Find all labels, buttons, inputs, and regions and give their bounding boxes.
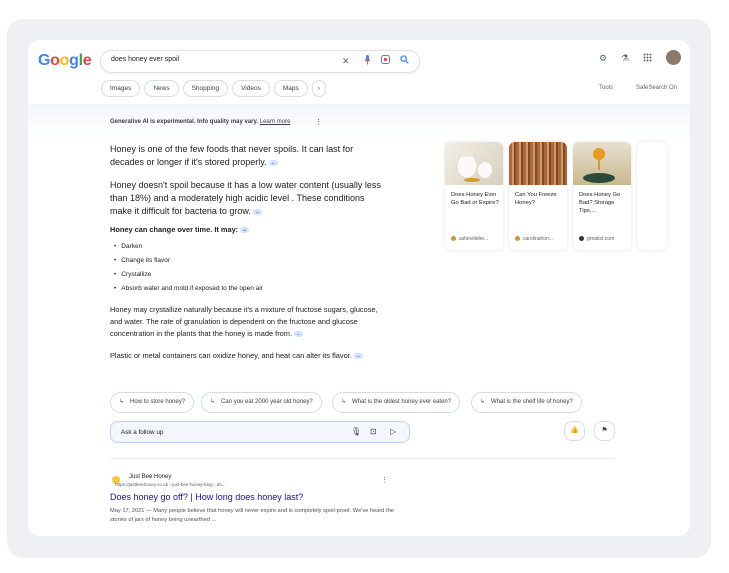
apps-grid-icon[interactable] (643, 53, 652, 64)
avatar[interactable] (666, 50, 681, 65)
source-card-title: Does Honey Ever Go Bad or Expire? (451, 192, 499, 206)
source-card-title: Can You Freeze Honey? (515, 192, 557, 206)
source-card-image (573, 142, 631, 185)
source-card-site: ashevillebe... (451, 236, 488, 242)
ai-paragraph-4-text: Plastic or metal containers can oxidize … (110, 351, 352, 360)
site-favicon-icon (579, 236, 584, 242)
ai-notice: Generative AI is experimental. Info qual… (110, 119, 290, 125)
result-title-link[interactable]: Does honey go off? | How long does honey… (110, 492, 303, 502)
expand-source-icon[interactable]: ⌄ (252, 208, 262, 215)
site-favicon-icon (451, 236, 456, 242)
list-item: Darken (114, 243, 142, 250)
site-favicon-icon (515, 236, 520, 242)
result-url[interactable]: https://justbeehoney.co.uk › just-bee-ho… (115, 482, 226, 487)
ai-paragraph-3-text: Honey may crystallize naturally because … (110, 305, 378, 338)
follow-up-chip[interactable]: ↳ Can you eat 2000 year old honey? (201, 392, 322, 413)
result-snippet: May 17, 2021 — Many people believe that … (110, 508, 394, 523)
settings-gear-icon[interactable]: ⚙ (599, 53, 607, 64)
chip-maps[interactable]: Maps (273, 80, 308, 97)
expand-source-icon[interactable]: ⌄ (294, 331, 303, 338)
logo-letter: e (82, 52, 92, 69)
ai-paragraph-2-text: Honey doesn't spoil because it has a low… (110, 180, 381, 216)
more-options-icon[interactable]: ⋮ (315, 118, 322, 126)
tools-link[interactable]: Tools (599, 85, 613, 91)
microphone-icon[interactable]: 🎙 (351, 427, 361, 436)
logo-letter: o (59, 52, 70, 69)
follow-up-arrow-icon: ↳ (341, 399, 347, 405)
chip-shopping[interactable]: Shopping (182, 80, 229, 97)
thumbs-up-button[interactable]: 👍 (564, 421, 585, 441)
ai-paragraph-2: Honey doesn't spoil because it has a low… (110, 179, 385, 218)
source-card-4-partial[interactable] (637, 142, 667, 250)
follow-up-chip[interactable]: ↳ What is the shelf life of honey? (471, 392, 582, 413)
follow-up-chip-label: What is the oldest honey ever eaten? (352, 399, 452, 405)
list-item: Change its flavor (114, 257, 170, 264)
source-card-site-name: ashevillebe... (459, 236, 489, 242)
source-card-site: greatist.com (579, 236, 614, 242)
follow-up-chip-label: How to store honey? (130, 399, 186, 405)
learn-more-link[interactable]: Learn more (260, 119, 291, 125)
source-card-1[interactable]: Does Honey Ever Go Bad or Expire? ashevi… (445, 142, 503, 250)
follow-up-chip[interactable]: ↳ How to store honey? (110, 392, 195, 413)
source-card-site: carolinahon... (515, 236, 553, 242)
logo-letter: g (69, 52, 79, 69)
search-results-page: Google does honey ever spoil ✕ ⚙ ⚗ Image… (28, 40, 690, 536)
ai-paragraph-4: Plastic or metal containers can oxidize … (110, 350, 365, 362)
chip-images[interactable]: Images (101, 80, 141, 97)
ask-placeholder: Ask a follow up (121, 429, 164, 436)
ai-paragraph-3: Honey may crystallize naturally because … (110, 304, 385, 340)
google-logo[interactable]: Google (38, 52, 92, 70)
ai-paragraph-1-text: Honey is one of the few foods that never… (110, 144, 354, 167)
follow-up-chip-label: Can you eat 2000 year old honey? (221, 399, 313, 405)
expand-source-icon[interactable]: ⌄ (353, 353, 363, 360)
result-site-name[interactable]: Just Bee Honey (129, 474, 171, 480)
search-icon[interactable] (400, 55, 409, 68)
lens-icon[interactable] (381, 55, 390, 68)
lens-icon[interactable]: ⊡ (370, 427, 377, 436)
chip-videos[interactable]: Videos (232, 80, 270, 97)
expand-source-icon[interactable]: ⌄ (240, 227, 250, 234)
search-input[interactable]: does honey ever spoil (111, 56, 179, 63)
source-card-site-name: carolinahon... (523, 236, 554, 242)
source-card-2[interactable]: Can You Freeze Honey? carolinahon... (509, 142, 567, 250)
filter-chips: Images News Shopping Videos Maps › (101, 80, 326, 97)
source-card-title: Does Honey Go Bad? Storage Tips,... (579, 192, 621, 214)
list-item: Crystallize (114, 271, 151, 278)
divider (110, 458, 615, 459)
follow-up-chip[interactable]: ↳ What is the oldest honey ever eaten? (332, 392, 461, 413)
source-card-3[interactable]: Does Honey Go Bad? Storage Tips,... grea… (573, 142, 631, 250)
source-card-site-name: greatist.com (587, 236, 615, 242)
safesearch-link[interactable]: SafeSearch On (636, 85, 677, 91)
logo-letter: G (38, 52, 51, 69)
change-heading: Honey can change over time. It may: ⌄ (110, 224, 385, 236)
follow-up-chip-label: What is the shelf life of honey? (491, 399, 573, 405)
search-box[interactable]: does honey ever spoil ✕ (100, 50, 420, 73)
logo-letter: o (50, 52, 60, 69)
microphone-icon[interactable] (364, 55, 371, 69)
labs-flask-icon[interactable]: ⚗ (621, 53, 629, 64)
chips-next-icon[interactable]: › (311, 80, 326, 97)
result-more-icon[interactable]: ⋮ (381, 476, 388, 484)
clear-icon[interactable]: ✕ (342, 55, 350, 68)
source-card-image (445, 142, 503, 185)
follow-up-arrow-icon: ↳ (119, 399, 125, 405)
ask-follow-up-input[interactable]: Ask a follow up 🎙 ⊡ ▷ (110, 421, 410, 443)
follow-up-arrow-icon: ↳ (480, 399, 486, 405)
expand-source-icon[interactable]: ⌄ (268, 159, 278, 166)
change-heading-text: Honey can change over time. It may: (110, 225, 239, 234)
feedback-button[interactable]: ⚑ (594, 421, 615, 441)
send-icon[interactable]: ▷ (390, 427, 396, 436)
ai-paragraph-1: Honey is one of the few foods that never… (110, 143, 385, 169)
chip-news[interactable]: News (144, 80, 179, 97)
source-card-image (509, 142, 567, 185)
follow-up-arrow-icon: ↳ (210, 399, 216, 405)
list-item: Absorb water and mold if exposed to the … (114, 285, 263, 292)
ai-notice-text: Generative AI is experimental. Info qual… (110, 119, 259, 125)
